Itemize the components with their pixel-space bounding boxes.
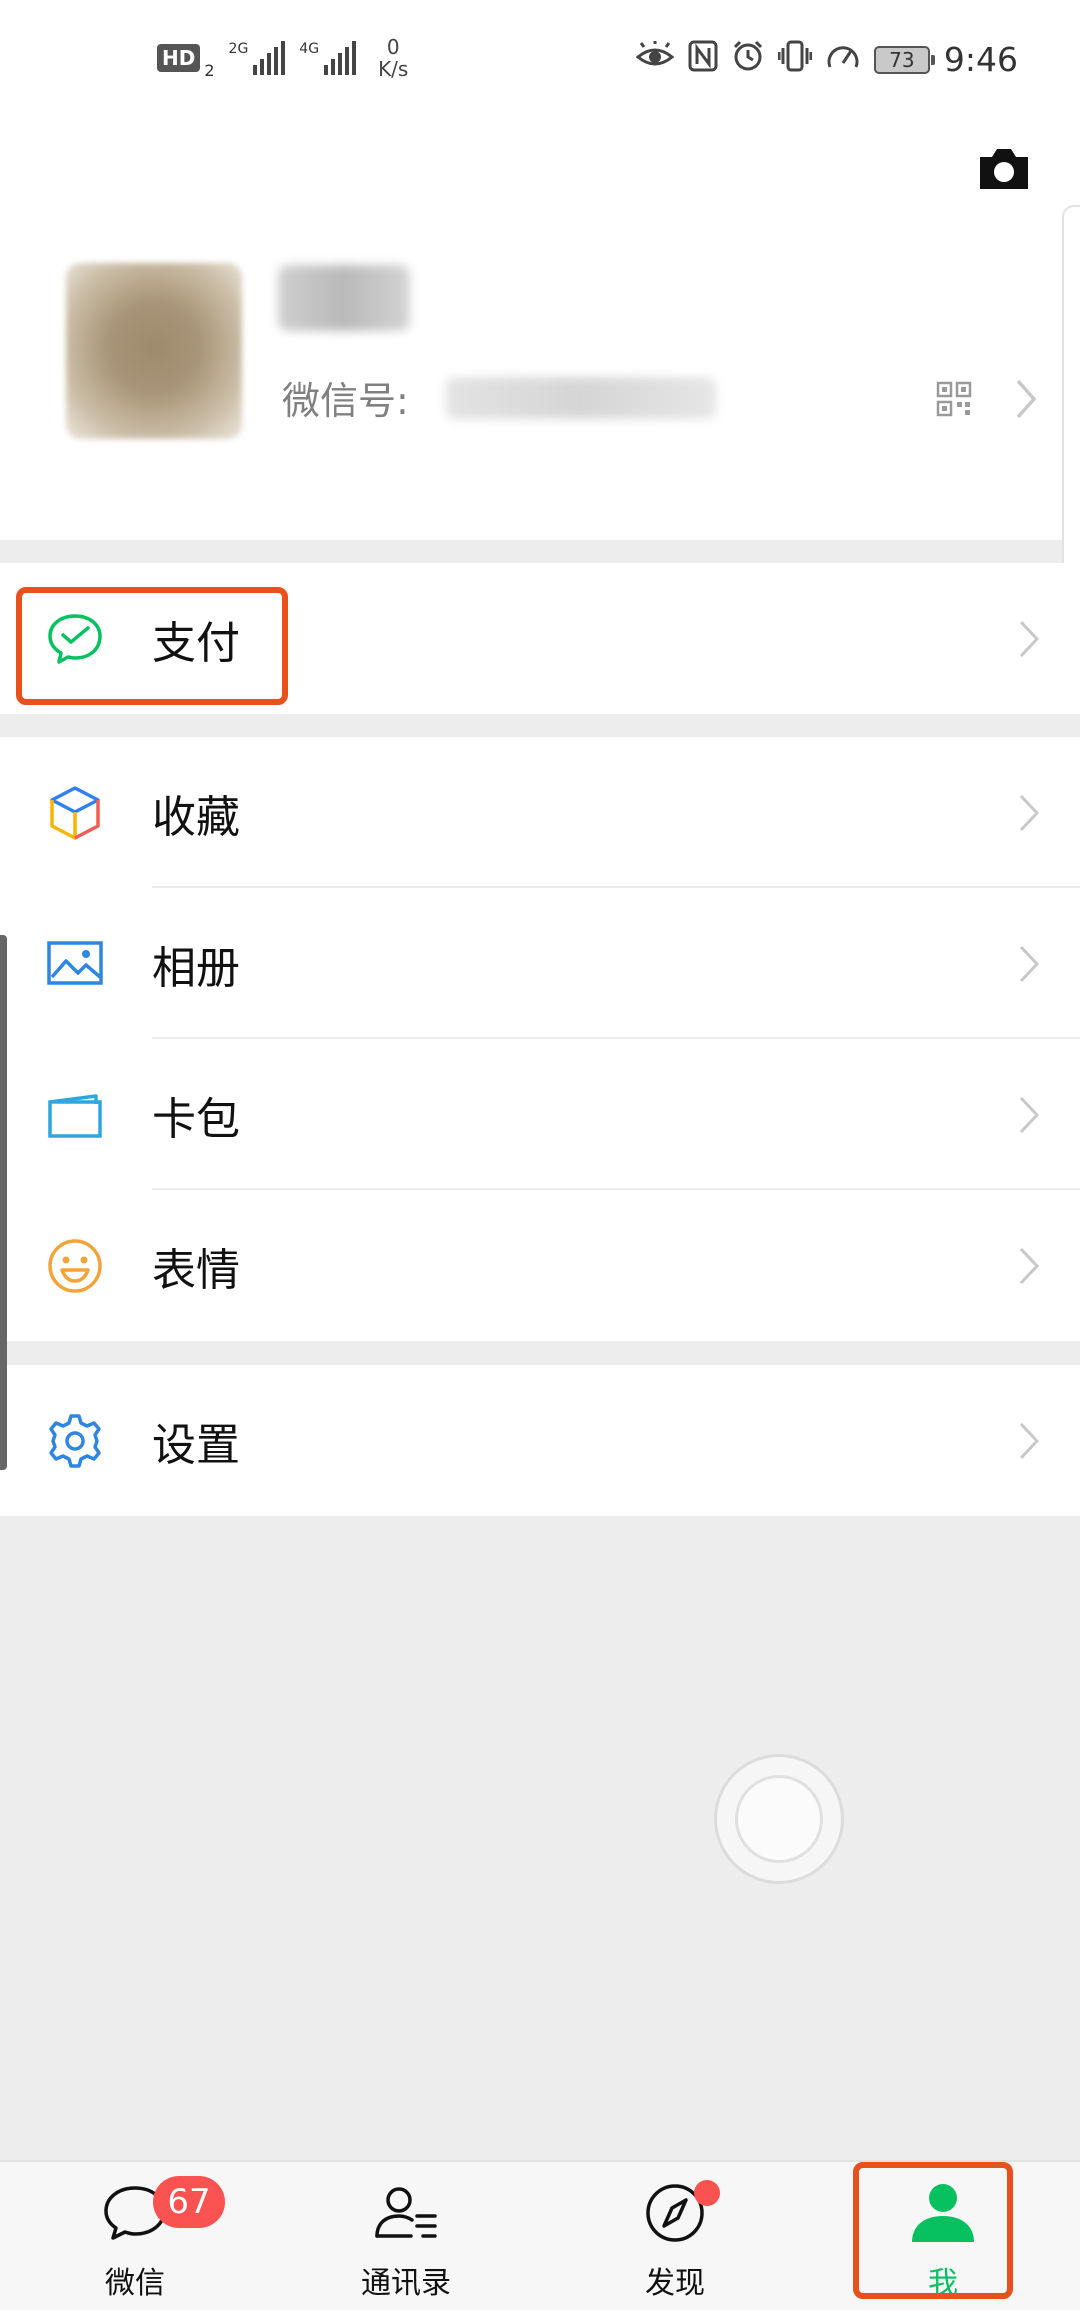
wechat-pay-icon [48,613,102,664]
vibrate-icon [777,40,813,79]
network-speed-value: 0 [386,35,400,59]
gear-icon [49,1413,101,1468]
wechat-id-value-blurred [446,377,716,419]
profile-name-blurred [278,265,410,331]
menu-item-cards[interactable]: 卡包 [0,1039,1080,1190]
scroll-indicator [1062,205,1080,620]
floating-assistive-button[interactable] [714,1754,844,1884]
tab-discover[interactable]: 发现 [575,2162,775,2310]
chevron-right-icon [1019,1096,1040,1133]
hd-voice-icon: HD [157,44,201,72]
eye-comfort-icon [635,41,675,78]
menu-label-pay: 支付 [152,617,240,669]
floating-assistive-inner-ring [735,1775,823,1863]
person-icon [912,2184,974,2242]
signal-strength-4g-icon: 4G [299,41,357,75]
menu-item-pay[interactable]: 支付 [0,563,1080,714]
status-right: 73 9:46 [635,40,1018,79]
status-left: HD 2 2G 4G 0 K/s [157,36,408,80]
tab-label-contacts: 通讯录 [361,2266,451,2301]
album-picture-icon [47,940,103,985]
menu-group-pay: 支付 [0,563,1080,714]
network-speed-unit: K/s [378,57,409,81]
status-bar: HD 2 2G 4G 0 K/s 73 9:46 [0,0,1080,125]
tab-me[interactable]: 我 [843,2162,1043,2310]
unread-badge: 67 [153,2176,225,2228]
menu-label-favorites: 收藏 [152,791,240,843]
menu-label-album: 相册 [152,942,240,994]
contacts-icon [375,2187,437,2238]
tab-contacts[interactable]: 通讯录 [306,2162,506,2310]
qr-code-icon[interactable] [936,381,972,417]
data-saver-icon [826,41,860,78]
signal-2g-label: 2G [228,41,249,57]
menu-label-settings: 设置 [152,1419,240,1471]
signal-strength-2g-icon: 2G [229,41,286,75]
menu-item-settings[interactable]: 设置 [0,1365,1080,1516]
tab-chats[interactable]: 67 微信 [35,2162,235,2310]
battery-icon: 73 [873,45,935,74]
chevron-right-icon [1019,1247,1040,1284]
menu-item-favorites[interactable]: 收藏 [0,737,1080,888]
menu-item-album[interactable]: 相册 [0,888,1080,1039]
network-speed: 0 K/s [378,36,408,80]
avatar[interactable] [66,263,242,439]
tab-label-chats: 微信 [105,2266,165,2301]
favorites-cube-icon [50,785,100,840]
bottom-tab-bar: 67 微信 通讯录 发现 我 [0,2160,1080,2310]
chevron-right-icon [1019,620,1040,657]
signal-4g-label: 4G [299,41,320,57]
nfc-icon [688,40,718,79]
chevron-right-icon [1016,379,1037,419]
discover-notification-dot [694,2180,720,2206]
menu-label-cards: 卡包 [152,1093,240,1145]
smiley-face-icon [48,1238,102,1293]
edge-gesture-bar[interactable] [0,935,7,1470]
menu-item-stickers[interactable]: 表情 [0,1190,1080,1341]
menu-label-stickers: 表情 [152,1244,240,1296]
camera-icon[interactable] [976,145,1032,193]
menu-group-settings: 设置 [0,1365,1080,1516]
chevron-right-icon [1019,945,1040,982]
alarm-icon [732,40,764,79]
tab-label-me: 我 [928,2266,958,2301]
chevron-right-icon [1019,1422,1040,1459]
tab-label-discover: 发现 [645,2266,705,2301]
wechat-id-label: 微信号: [282,379,409,423]
profile-header[interactable]: 微信号: [0,125,1080,540]
hd-sub-label: 2 [204,61,215,80]
card-wallet-icon [48,1093,102,1138]
chevron-right-icon [1019,794,1040,831]
status-time: 9:46 [943,40,1018,79]
menu-group-main: 收藏 相册 卡包 表情 [0,737,1080,1341]
